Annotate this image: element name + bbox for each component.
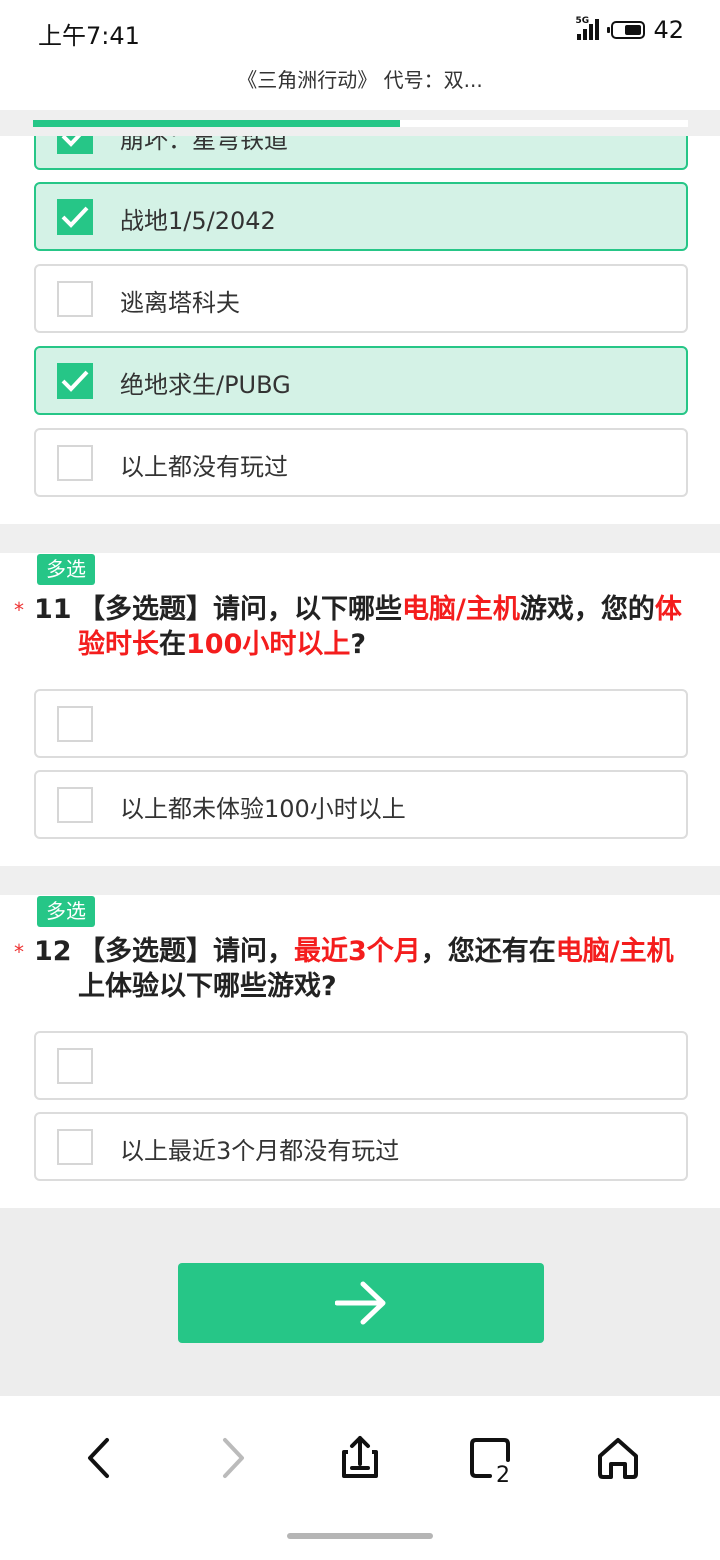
signal-icon: 5G	[575, 16, 603, 42]
tabs-button[interactable]: 2	[462, 1430, 518, 1488]
check-icon	[61, 206, 89, 228]
option-label: 逃离塔科夫	[120, 289, 240, 317]
home-button[interactable]	[590, 1430, 646, 1486]
required-mark: *	[14, 940, 24, 964]
chevron-left-icon	[88, 1438, 109, 1478]
back-button[interactable]	[72, 1430, 128, 1486]
checkbox[interactable]	[57, 787, 93, 823]
checkbox[interactable]	[57, 1129, 93, 1165]
question-text-part: 【多选题】请问，以下哪些	[78, 594, 402, 625]
checkbox[interactable]	[57, 1048, 93, 1084]
question-highlight: 最近3个月	[294, 936, 421, 967]
progress-bar	[33, 120, 688, 127]
q11-option-1[interactable]	[34, 689, 688, 758]
footer-area	[0, 1208, 720, 1396]
checkbox[interactable]	[57, 281, 93, 317]
required-mark: *	[14, 598, 24, 622]
status-bar: 上午7:41 5G 42	[0, 0, 720, 62]
q12-option-2[interactable]: 以上最近3个月都没有玩过	[34, 1112, 688, 1181]
progress-fill	[33, 120, 400, 127]
checkbox[interactable]	[57, 363, 93, 399]
next-button[interactable]	[178, 1263, 544, 1343]
progress-strip	[0, 110, 720, 136]
section-divider	[0, 866, 720, 895]
chevron-right-icon	[223, 1438, 244, 1478]
battery-icon	[607, 21, 646, 39]
share-icon	[342, 1436, 378, 1478]
q10-option-1[interactable]: 崩坏：星穹铁道	[34, 136, 688, 170]
survey-content[interactable]: 崩坏：星穹铁道 战地1/5/2042 逃离塔科夫 绝地求生/PUBG 以上都没有…	[0, 136, 720, 1396]
question-highlight: 电脑/主机	[402, 594, 520, 625]
question-text: 【多选题】请问，以下哪些电脑/主机游戏，您的体验时长在100小时以上?	[78, 592, 688, 662]
checkbox[interactable]	[57, 199, 93, 235]
multi-select-badge: 多选	[37, 896, 95, 927]
q10-option-2[interactable]: 战地1/5/2042	[34, 182, 688, 251]
page-title: 《三角洲行动》 代号：双...	[0, 62, 720, 110]
forward-button[interactable]	[204, 1430, 260, 1486]
status-indicators: 5G 42	[575, 16, 684, 44]
question-text-part: 游戏，您的	[519, 594, 655, 625]
question-text-part: 【多选题】请问，	[78, 936, 294, 967]
option-label: 以上都没有玩过	[120, 453, 288, 481]
question-text-part: ?	[350, 629, 367, 660]
status-time: 上午7:41	[38, 22, 140, 50]
option-label: 崩坏：星穹铁道	[120, 136, 288, 154]
question-text: 【多选题】请问，最近3个月，您还有在电脑/主机上体验以下哪些游戏?	[78, 934, 688, 1004]
question-text-part: 在	[159, 629, 186, 660]
home-indicator[interactable]	[287, 1533, 433, 1539]
checkbox[interactable]	[57, 706, 93, 742]
tab-count: 2	[496, 1463, 510, 1486]
q10-option-4[interactable]: 绝地求生/PUBG	[34, 346, 688, 415]
browser-nav-bar: 2	[0, 1396, 720, 1560]
q10-option-3[interactable]: 逃离塔科夫	[34, 264, 688, 333]
option-label: 以上都未体验100小时以上	[120, 795, 406, 823]
section-divider	[0, 524, 720, 553]
question-number: 12	[34, 936, 72, 967]
arrow-right-icon	[335, 1281, 386, 1325]
checkbox[interactable]	[57, 445, 93, 481]
check-icon	[61, 370, 89, 392]
multi-select-badge: 多选	[37, 554, 95, 585]
network-type: 5G	[575, 16, 590, 26]
q10-option-5[interactable]: 以上都没有玩过	[34, 428, 688, 497]
option-label: 战地1/5/2042	[120, 207, 276, 235]
option-label: 以上最近3个月都没有玩过	[120, 1137, 400, 1165]
tabs-icon: 2	[470, 1438, 510, 1488]
question-highlight: 电脑/主机	[555, 936, 674, 967]
home-icon	[598, 1438, 638, 1479]
checkbox[interactable]	[57, 136, 93, 154]
q11-option-2[interactable]: 以上都未体验100小时以上	[34, 770, 688, 839]
question-text-part: ，您还有在	[420, 936, 556, 967]
question-highlight: 100小时以上	[186, 629, 351, 660]
share-button[interactable]	[332, 1430, 388, 1486]
q12-option-1[interactable]	[34, 1031, 688, 1100]
check-icon	[61, 136, 82, 147]
question-number: 11	[34, 594, 72, 625]
question-text-part: 上体验以下哪些游戏?	[78, 971, 337, 1002]
option-label: 绝地求生/PUBG	[120, 371, 291, 399]
battery-level: 42	[653, 16, 684, 44]
